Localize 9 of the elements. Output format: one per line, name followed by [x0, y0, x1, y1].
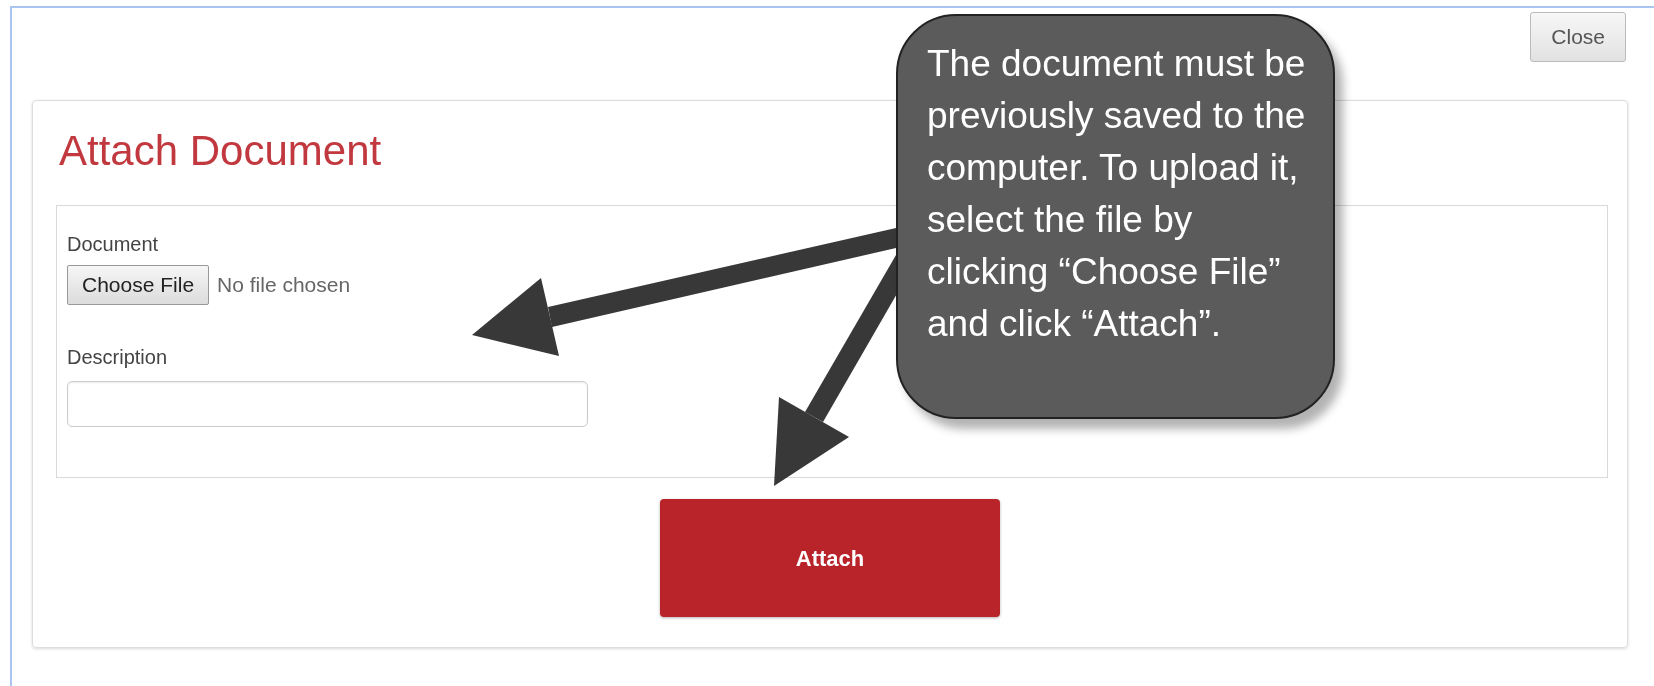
callout-note: The document must be previously saved to the computer. To upload it, select the file by clicking “Choose File” and click “Attach”.	[896, 14, 1335, 419]
file-status: No file chosen	[217, 272, 351, 299]
attach-button[interactable]: Attach	[660, 499, 1000, 617]
choose-file-button[interactable]: Choose File	[67, 265, 210, 305]
field-label: Document	[67, 232, 159, 256]
field-label: Description	[67, 345, 168, 369]
dialog-title: Attach Document	[59, 126, 382, 176]
close-button[interactable]: Close	[1530, 12, 1626, 62]
description-field[interactable]	[67, 381, 588, 427]
